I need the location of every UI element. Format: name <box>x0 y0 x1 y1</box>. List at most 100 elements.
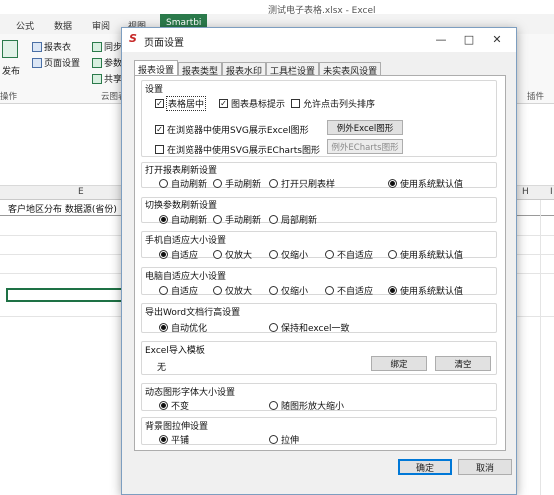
exception-excel-chart-button[interactable]: 例外Excel图形 <box>327 120 403 135</box>
radio-selected-icon <box>388 179 397 188</box>
radio-icon <box>269 323 278 332</box>
minimize-icon[interactable]: — <box>428 30 454 48</box>
font-size-scale-label: 随图形放大缩小 <box>281 402 345 412</box>
radio-selected-icon <box>388 286 397 295</box>
word-export-keep-radio[interactable]: 保持和excel一致 <box>269 321 350 334</box>
pc-fit-title: 电脑自适应大小设置 <box>145 272 227 282</box>
selected-cell[interactable] <box>6 288 124 302</box>
pc-fit-auto-radio[interactable]: 自适应 <box>159 284 198 297</box>
pc-fit-shrink-label: 仅缩小 <box>281 287 309 297</box>
open-refresh-title: 打开报表刷新设置 <box>145 166 218 176</box>
pc-fit-enlarge-radio[interactable]: 仅放大 <box>213 284 252 297</box>
column-header-i[interactable]: I <box>550 187 553 197</box>
word-export-auto-label: 自动优化 <box>171 324 208 334</box>
maximize-icon[interactable]: □ <box>456 30 482 48</box>
clear-template-button[interactable]: 清空 <box>435 356 491 371</box>
bind-template-button[interactable]: 绑定 <box>371 356 427 371</box>
radio-icon <box>213 286 222 295</box>
radio-icon <box>159 179 168 188</box>
ok-button[interactable]: 确定 <box>398 459 452 475</box>
column-sort-checkbox[interactable]: 允许点击列头排序 <box>291 97 375 110</box>
open-refresh-default-radio[interactable]: 使用系统默认值 <box>388 177 463 190</box>
column-header-e[interactable]: E <box>78 187 84 197</box>
dialog-tab-bar: 报表设置 报表类型 报表水印 工具栏设置 未实表风设置 <box>134 60 382 77</box>
svg-excel-label: 在浏览器中使用SVG展示Excel图形 <box>167 126 309 136</box>
tab-report-settings[interactable]: 报表设置 <box>134 60 179 76</box>
radio-icon <box>388 250 397 259</box>
font-size-scale-radio[interactable]: 随图形放大缩小 <box>269 399 344 412</box>
radio-icon <box>269 250 278 259</box>
open-refresh-auto-radio[interactable]: 自动刷新 <box>159 177 207 190</box>
center-table-label: 表格居中 <box>165 96 207 111</box>
sync-icon <box>92 41 102 52</box>
row1-cell-text: 客户地区分布 数据源(省份) <box>8 205 117 215</box>
open-refresh-style-radio[interactable]: 打开只刷表样 <box>269 177 335 190</box>
pc-fit-default-radio[interactable]: 使用系统默认值 <box>388 284 463 297</box>
param-button[interactable]: 参数 <box>92 56 122 69</box>
column-header-h[interactable]: H <box>522 187 529 197</box>
pc-fit-none-radio[interactable]: 不自适应 <box>325 284 373 297</box>
radio-icon <box>269 179 278 188</box>
tab-report-type[interactable]: 报表类型 <box>178 62 223 77</box>
exception-echarts-chart-button[interactable]: 例外ECharts图形 <box>327 139 403 154</box>
tab-watermark[interactable]: 报表水印 <box>222 62 267 77</box>
mobile-fit-none-radio[interactable]: 不自适应 <box>325 248 373 261</box>
checkbox-unchecked-icon <box>155 145 164 154</box>
bg-tile-radio[interactable]: 平铺 <box>159 433 189 446</box>
radio-icon <box>325 250 334 259</box>
tab-header-footer[interactable]: 未实表风设置 <box>319 62 382 77</box>
svg-excel-checkbox[interactable]: ✓ 在浏览器中使用SVG展示Excel图形 <box>155 123 309 136</box>
svg-echarts-checkbox[interactable]: 在浏览器中使用SVG展示ECharts图形 <box>155 143 320 156</box>
radio-selected-icon <box>159 250 168 259</box>
mobile-fit-shrink-label: 仅缩小 <box>281 251 309 261</box>
radio-icon <box>213 179 222 188</box>
page-setup-icon <box>32 57 42 68</box>
switch-refresh-partial-radio[interactable]: 局部刷新 <box>269 213 317 226</box>
ribbon-tab-review[interactable]: 审阅 <box>92 19 110 32</box>
dialog-titlebar[interactable]: S 页面设置 — □ ✕ <box>122 28 516 52</box>
radio-icon <box>213 250 222 259</box>
open-refresh-manual-radio[interactable]: 手动刷新 <box>213 177 261 190</box>
switch-refresh-title: 切换参数刷新设置 <box>145 201 218 211</box>
switch-refresh-manual-radio[interactable]: 手动刷新 <box>213 213 261 226</box>
mobile-fit-title: 手机自适应大小设置 <box>145 236 227 246</box>
word-export-auto-radio[interactable]: 自动优化 <box>159 321 207 334</box>
center-table-checkbox[interactable]: ✓ 表格居中 <box>155 96 207 111</box>
radio-selected-icon <box>159 401 168 410</box>
share-button[interactable]: 共享 <box>92 72 122 85</box>
radio-icon <box>325 286 334 295</box>
bg-stretch-radio[interactable]: 拉伸 <box>269 433 299 446</box>
publish-button[interactable]: 发布 <box>2 64 20 77</box>
page-setup-button[interactable]: 页面设置 <box>32 56 80 69</box>
open-refresh-default-label: 使用系统默认值 <box>400 180 464 190</box>
chart-tip-label: 图表悬标提示 <box>231 100 286 110</box>
font-size-fixed-radio[interactable]: 不变 <box>159 399 189 412</box>
report-table-icon <box>32 41 42 52</box>
pc-fit-shrink-radio[interactable]: 仅缩小 <box>269 284 308 297</box>
radio-icon <box>269 401 278 410</box>
radio-icon <box>269 435 278 444</box>
pc-fit-enlarge-label: 仅放大 <box>225 287 253 297</box>
mobile-fit-enlarge-radio[interactable]: 仅放大 <box>213 248 252 261</box>
param-icon <box>92 57 102 68</box>
mobile-fit-shrink-radio[interactable]: 仅缩小 <box>269 248 308 261</box>
radio-selected-icon <box>159 215 168 224</box>
close-icon[interactable]: ✕ <box>484 30 510 48</box>
mobile-fit-auto-radio[interactable]: 自适应 <box>159 248 198 261</box>
report-table-button[interactable]: 报表衣 <box>32 40 71 53</box>
tab-toolbar[interactable]: 工具栏设置 <box>266 62 320 77</box>
mobile-fit-enlarge-label: 仅放大 <box>225 251 253 261</box>
radio-selected-icon <box>159 323 168 332</box>
sync-button[interactable]: 同步 <box>92 40 122 53</box>
report-settings-panel: 设置 ✓ 表格居中 ✓ 图表悬标提示 允许点击列头排序 ✓ 在浏览器中使用SVG展示E… <box>134 75 506 451</box>
ribbon-tab-formulas[interactable]: 公式 <box>16 19 34 32</box>
mobile-fit-none-label: 不自适应 <box>337 251 374 261</box>
radio-icon <box>213 215 222 224</box>
pc-fit-auto-label: 自适应 <box>171 287 199 297</box>
chart-tip-checkbox[interactable]: ✓ 图表悬标提示 <box>219 97 285 110</box>
cancel-button[interactable]: 取消 <box>458 459 512 475</box>
font-size-fixed-label: 不变 <box>171 402 190 412</box>
mobile-fit-default-radio[interactable]: 使用系统默认值 <box>388 248 463 261</box>
ribbon-tab-data[interactable]: 数据 <box>54 19 72 32</box>
switch-refresh-auto-radio[interactable]: 自动刷新 <box>159 213 207 226</box>
